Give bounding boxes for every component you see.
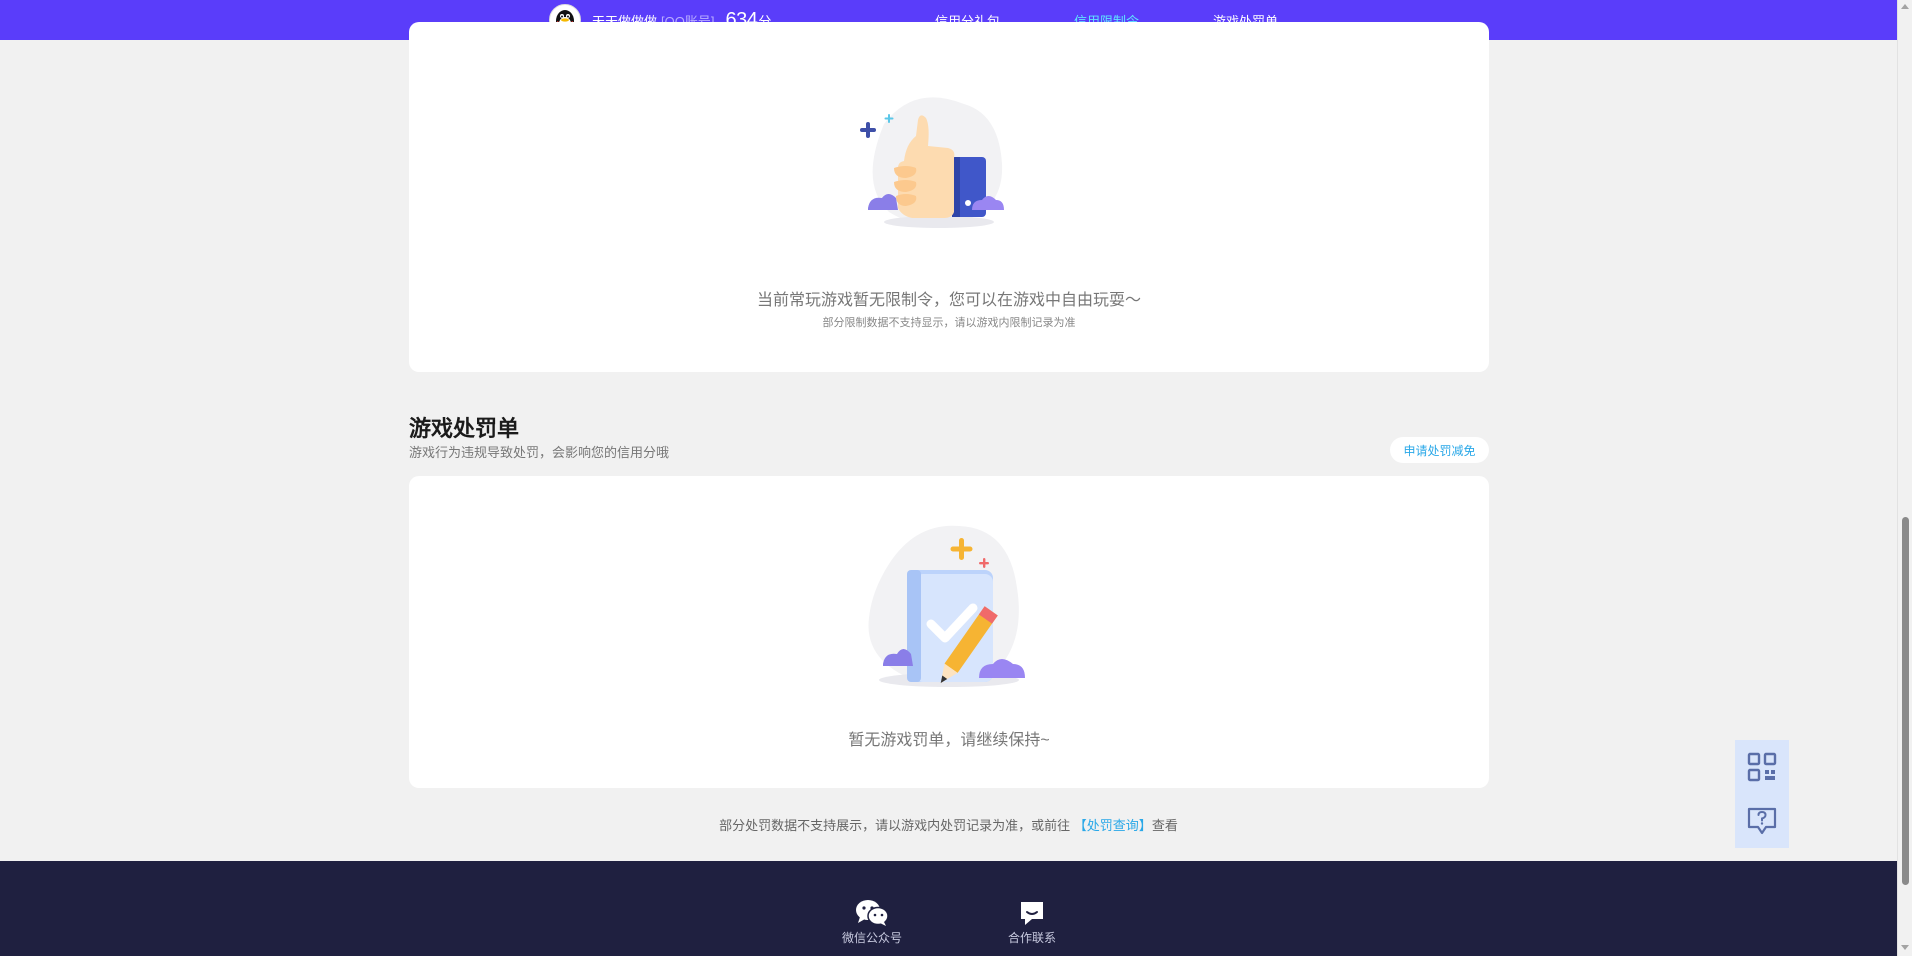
qr-code-icon — [1747, 752, 1777, 782]
penalty-query-link[interactable]: 【处罚查询】 — [1074, 818, 1152, 833]
penalty-section-subtitle: 游戏行为违规导致处罚，会影响您的信用分哦 — [409, 445, 670, 460]
footnote-suffix: 查看 — [1151, 818, 1178, 833]
wechat-icon — [856, 900, 889, 926]
clipboard-pencil-illustration — [868, 525, 1025, 687]
restriction-empty-note: 部分限制数据不支持显示，请以游戏内限制记录为准 — [822, 317, 1076, 329]
footer-contact[interactable]: 合作联系 — [987, 897, 1077, 946]
footnote-text: 部分处罚数据不支持展示，请以游戏内处罚记录为准，或前往 — [719, 818, 1071, 833]
scroll-up-arrow[interactable] — [1901, 4, 1909, 9]
penalty-card: 暂无游戏罚单，请继续保持~ — [409, 476, 1489, 788]
scrollbar[interactable] — [1897, 0, 1912, 956]
restriction-card: 当前常玩游戏暂无限制令，您可以在游戏中自由玩耍～ 部分限制数据不支持显示，请以游… — [409, 22, 1489, 372]
chat-bubble-icon — [1021, 902, 1043, 925]
help-feedback-button[interactable] — [1735, 794, 1789, 848]
footer-wechat-label: 微信公众号 — [841, 931, 902, 945]
footer-contact-label: 合作联系 — [1007, 931, 1056, 945]
scrollbar-thumb[interactable] — [1902, 517, 1909, 885]
footer: 微信公众号 合作联系 — [0, 861, 1897, 956]
scroll-down-arrow[interactable] — [1901, 945, 1909, 950]
thumbs-up-illustration — [860, 97, 1004, 228]
penalty-empty-message: 暂无游戏罚单，请继续保持~ — [848, 732, 1050, 749]
footer-wechat[interactable]: 微信公众号 — [827, 897, 917, 946]
penalty-section-title: 游戏处罚单 — [409, 416, 520, 441]
qr-code-button[interactable] — [1735, 740, 1789, 794]
penalty-footnote: 部分处罚数据不支持展示，请以游戏内处罚记录为准，或前往 【处罚查询】查看 — [0, 815, 1897, 834]
restriction-empty-message: 当前常玩游戏暂无限制令，您可以在游戏中自由玩耍～ — [756, 292, 1141, 309]
apply-penalty-reduction-button[interactable]: 申请处罚减免 — [1390, 437, 1489, 463]
help-feedback-icon — [1747, 807, 1777, 835]
